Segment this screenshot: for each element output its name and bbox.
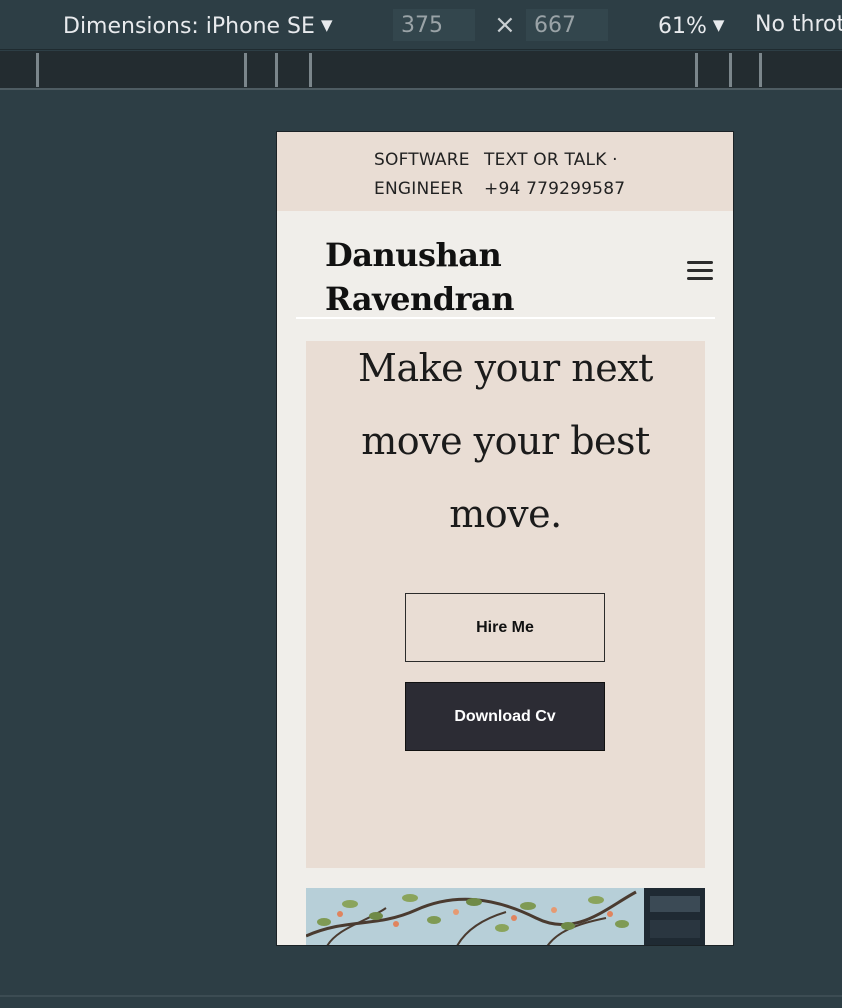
- topbar-role: SOFTWARE ENGINEER: [374, 146, 470, 204]
- download-cv-button[interactable]: Download Cv: [405, 682, 605, 751]
- hamburger-menu-icon[interactable]: [685, 258, 715, 284]
- header-divider: [296, 317, 715, 319]
- media-query-bar[interactable]: [0, 51, 842, 90]
- media-query-tick[interactable]: [695, 53, 698, 87]
- site-logo[interactable]: Danushan Ravendran: [325, 233, 515, 321]
- topbar-role-line: ENGINEER: [374, 179, 464, 199]
- panel-divider: [0, 995, 842, 997]
- brand-first-name: Danushan: [325, 236, 502, 274]
- media-query-tick[interactable]: [729, 53, 732, 87]
- times-icon: ×: [494, 10, 516, 40]
- zoom-value: 61%: [658, 14, 707, 39]
- media-query-tick[interactable]: [309, 53, 312, 87]
- site-topbar: SOFTWARE ENGINEER TEXT OR TALK · +94 779…: [277, 132, 733, 211]
- device-selector-label: Dimensions: iPhone SE: [63, 14, 315, 39]
- topbar-contact-line: TEXT OR TALK ·: [484, 150, 618, 170]
- hero-photo: [306, 888, 705, 945]
- throttle-selector[interactable]: No throt: [755, 10, 842, 40]
- hero-title: Make your next move your best move.: [306, 332, 705, 551]
- hero-section: Make your next move your best move. Hire…: [306, 341, 705, 868]
- caret-down-icon: ▼: [712, 16, 725, 34]
- topbar-contact[interactable]: TEXT OR TALK · +94 779299587: [484, 146, 625, 204]
- device-viewport[interactable]: SOFTWARE ENGINEER TEXT OR TALK · +94 779…: [276, 131, 734, 946]
- topbar-phone[interactable]: +94 779299587: [484, 175, 625, 204]
- tree-branches-image: [306, 888, 705, 945]
- viewport-height-input[interactable]: [526, 9, 608, 41]
- viewport-width-input[interactable]: [393, 9, 475, 41]
- hero-title-line: move your best: [361, 419, 650, 463]
- hero-title-line: Make your next: [358, 346, 653, 390]
- media-query-tick[interactable]: [36, 53, 39, 87]
- device-selector[interactable]: Dimensions: iPhone SE ▼: [63, 10, 332, 42]
- site-header: Danushan Ravendran: [277, 211, 733, 341]
- zoom-selector[interactable]: 61% ▼: [658, 10, 724, 42]
- media-query-tick[interactable]: [244, 53, 247, 87]
- topbar-role-line: SOFTWARE: [374, 150, 470, 170]
- caret-down-icon: ▼: [320, 16, 333, 34]
- media-query-tick[interactable]: [759, 53, 762, 87]
- devtools-device-toolbar: Dimensions: iPhone SE ▼ × 61% ▼ No throt: [0, 0, 842, 50]
- hero-title-line: move.: [449, 492, 562, 536]
- hire-me-button[interactable]: Hire Me: [405, 593, 605, 662]
- brand-last-name: Ravendran: [325, 280, 515, 318]
- media-query-tick[interactable]: [275, 53, 278, 87]
